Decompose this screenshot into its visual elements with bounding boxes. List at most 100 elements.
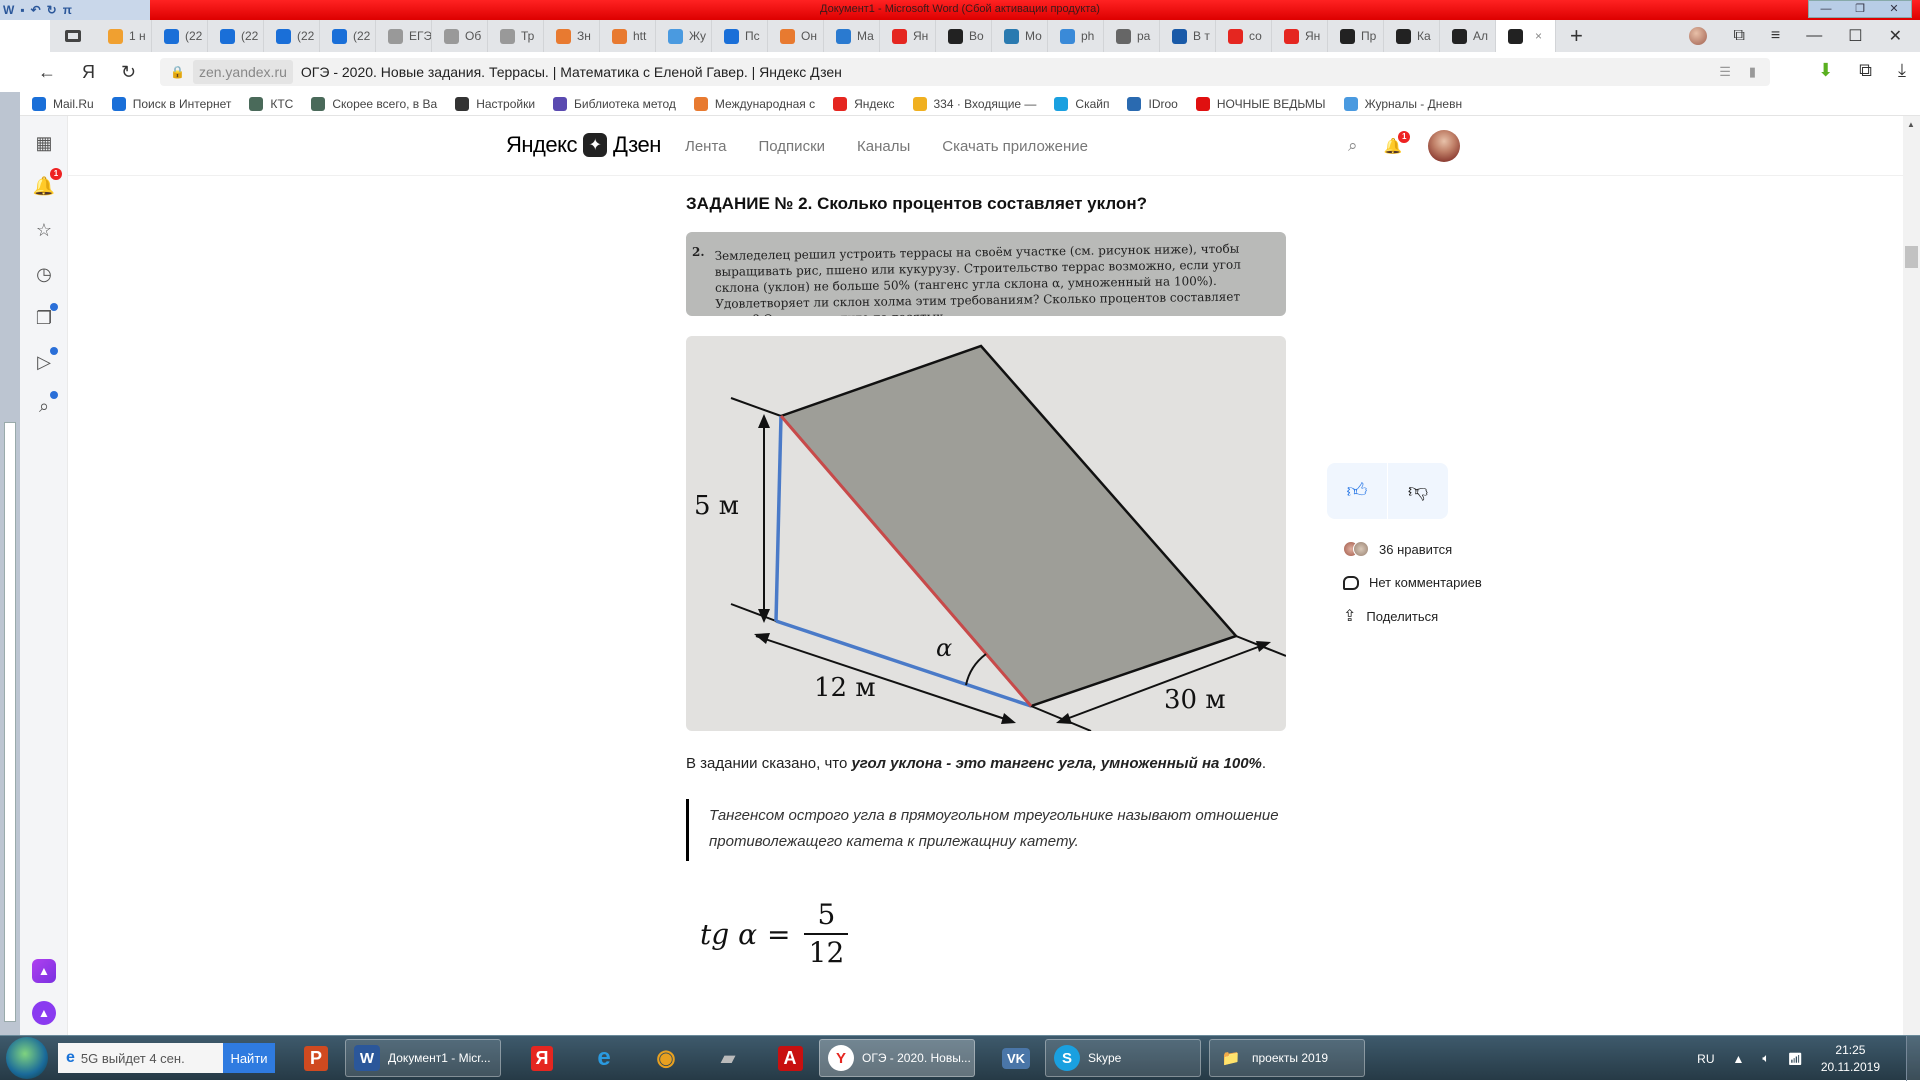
tab[interactable]: Об (432, 20, 488, 52)
search-icon[interactable]: ⌕ (1348, 136, 1358, 156)
minimize-button[interactable]: — (1806, 27, 1822, 45)
like-button[interactable]: 👍︎ (1327, 463, 1388, 519)
bookmark-item[interactable]: Mail.Ru (32, 96, 94, 111)
bookmark-item[interactable]: Международная с (693, 96, 815, 111)
comments-link[interactable]: Нет комментариев (1343, 575, 1577, 590)
dislike-button[interactable]: 👎︎ (1388, 463, 1448, 519)
favorites-icon[interactable]: ☆ (32, 218, 56, 242)
user-avatar[interactable] (1428, 130, 1461, 162)
services-icon[interactable]: ▦ (32, 131, 56, 155)
tab[interactable]: ра (1104, 20, 1160, 52)
bookmark-item[interactable]: Журналы - Дневн (1343, 96, 1462, 111)
tab[interactable]: Жу (656, 20, 712, 52)
bell-icon[interactable]: 🔔 1 (1384, 131, 1411, 155)
tab[interactable]: (22 (152, 20, 208, 52)
tab[interactable]: (22 (320, 20, 376, 52)
volume-icon[interactable]: 🔈︎ (1762, 1051, 1769, 1066)
bookmark-item[interactable]: Поиск в Интернет (111, 96, 231, 111)
tab[interactable]: Зн (544, 20, 600, 52)
bookmark-item[interactable]: Библиотека метод (553, 96, 676, 111)
collections-icon[interactable]: ❐ (32, 303, 58, 330)
scroll-up-icon[interactable]: ▲ (1907, 120, 1915, 129)
word-close-button[interactable]: ✕ (1877, 1, 1911, 17)
downloads-icon[interactable]: ⤓ (1898, 60, 1906, 81)
nav-channels[interactable]: Каналы (857, 138, 910, 155)
tab[interactable]: Ал (1440, 20, 1496, 52)
bookmark-item[interactable]: Скайп (1054, 96, 1109, 111)
nav-subscriptions[interactable]: Подписки (759, 138, 826, 155)
bookmark-item[interactable]: Скорее всего, в Ва (311, 96, 437, 111)
search-doc-icon[interactable]: ⌕ (32, 391, 58, 418)
taskbar-window-skype[interactable]: S Skype (1045, 1039, 1201, 1077)
tab[interactable]: Ян (1272, 20, 1328, 52)
clock[interactable]: 21:25 20.11.2019 (1821, 1042, 1880, 1076)
tab[interactable]: ph (1048, 20, 1104, 52)
yandex-home-icon[interactable]: Я (82, 62, 95, 83)
tab[interactable]: ЕГЭ (376, 20, 432, 52)
tab[interactable]: Мо (992, 20, 1048, 52)
tab[interactable]: (22 (264, 20, 320, 52)
bookmark-item[interactable]: Настройки (455, 96, 535, 111)
tab[interactable]: Пр (1328, 20, 1384, 52)
reader-mode-icon[interactable]: ☰ (1719, 64, 1731, 80)
bookmark-item[interactable]: НОЧНЫЕ ВЕДЬМЫ (1195, 96, 1326, 111)
language-indicator[interactable]: RU (1697, 1052, 1714, 1066)
tab[interactable]: Ка (1384, 20, 1440, 52)
address-input[interactable]: 🔒 zen.yandex.ru ОГЭ - 2020. Новые задани… (160, 58, 1770, 86)
bookmark-item[interactable]: 334 · Входящие — (912, 96, 1036, 111)
page-scrollbar[interactable]: ▲ (1903, 116, 1920, 1035)
taskbar-window-browser[interactable]: Y ОГЭ - 2020. Новы... (819, 1039, 975, 1077)
tab[interactable]: Тр (488, 20, 544, 52)
bookmark-item[interactable]: КТС (249, 96, 293, 111)
alice-voice-icon[interactable]: ▲ (32, 1001, 56, 1025)
video-icon[interactable]: ▷ (32, 347, 58, 374)
nav-feed[interactable]: Лента (685, 138, 727, 155)
taskbar-window-word[interactable]: W Документ1 - Micr... (345, 1039, 501, 1077)
reload-icon[interactable]: ↻ (121, 62, 136, 83)
taskbar-search-button[interactable]: Найти (223, 1043, 275, 1073)
translate-icon[interactable]: ⧉ (1859, 60, 1872, 81)
tab[interactable]: Во (936, 20, 992, 52)
maximize-button[interactable]: ☐ (1848, 26, 1862, 46)
tab-overview-button[interactable] (50, 30, 96, 42)
menu-icon[interactable]: ≡ (1771, 27, 1780, 45)
nav-download-app[interactable]: Скачать приложение (942, 138, 1088, 155)
tray-expand-icon[interactable]: ▲ (1733, 1052, 1745, 1066)
bookmarks-panel-icon[interactable]: ⧉ (1733, 27, 1744, 45)
tab-close-icon[interactable]: × (1535, 29, 1542, 43)
new-tab-button[interactable]: + (1570, 23, 1583, 49)
close-button[interactable]: ✕ (1889, 26, 1902, 46)
tab[interactable]: Пс (712, 20, 768, 52)
tab-active[interactable]: × (1496, 20, 1556, 52)
bookmark-item[interactable]: Яндекс (833, 96, 895, 111)
share-button[interactable]: ⇪ Поделиться (1343, 606, 1577, 626)
internet-explorer-icon[interactable]: e (583, 1040, 625, 1076)
tab[interactable]: В т (1160, 20, 1216, 52)
tab[interactable]: со (1216, 20, 1272, 52)
download-extension-icon[interactable]: ⬇ (1818, 60, 1833, 81)
acrobat-icon[interactable]: A (769, 1040, 811, 1076)
word-minimize-button[interactable]: — (1809, 1, 1843, 17)
taskbar-window-folder[interactable]: 📁 проекты 2019 (1209, 1039, 1365, 1077)
scrollbar-thumb[interactable] (1905, 246, 1918, 268)
likes-count[interactable]: 36 нравится (1343, 541, 1577, 557)
show-desktop-button[interactable] (1906, 1036, 1920, 1081)
tab[interactable]: Ян (880, 20, 936, 52)
tab[interactable]: htt (600, 20, 656, 52)
back-icon[interactable]: ← (38, 62, 56, 83)
taskbar-search-input[interactable]: e 5G выйдет 4 сен. (58, 1043, 223, 1073)
zen-logo[interactable]: Яндекс ✦ Дзен (506, 132, 661, 158)
vk-icon[interactable]: VK (995, 1040, 1037, 1076)
alice-app-icon[interactable]: ▲ (32, 959, 56, 983)
tab[interactable]: 1 н (96, 20, 152, 52)
tab[interactable]: Ма (824, 20, 880, 52)
color-app-icon[interactable]: ◉ (645, 1040, 687, 1076)
tab[interactable]: (22 (208, 20, 264, 52)
network-icon[interactable]: 📶︎ (1788, 1052, 1803, 1066)
history-icon[interactable]: ◷ (32, 262, 56, 286)
word-restore-button[interactable]: ❐ (1843, 1, 1877, 17)
misc-app-icon[interactable]: ▰ (707, 1040, 749, 1076)
start-button[interactable] (6, 1037, 48, 1079)
tab[interactable]: Он (768, 20, 824, 52)
powerpoint-icon[interactable]: P (295, 1040, 337, 1076)
